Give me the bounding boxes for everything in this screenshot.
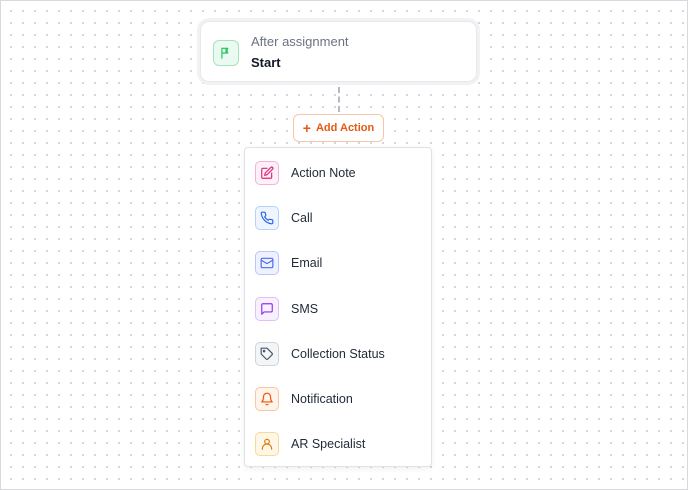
start-node-subtitle: After assignment [251, 34, 349, 49]
menu-item-label: Notification [291, 392, 353, 407]
menu-item-label: AR Specialist [291, 437, 366, 452]
menu-item-label: Email [291, 256, 323, 271]
flag-icon [213, 40, 239, 66]
message-icon [255, 296, 279, 321]
add-action-label: Add Action [315, 122, 375, 134]
tag-icon [255, 341, 279, 366]
menu-item-call[interactable]: Call [245, 195, 431, 240]
menu-item-email[interactable]: Email [245, 241, 431, 286]
menu-item-action-note[interactable]: Action Note [245, 150, 431, 195]
menu-item-label: Collection Status [291, 346, 385, 361]
user-icon [255, 432, 279, 457]
action-menu: Action Note Call Email SMS Collection St… [244, 147, 432, 467]
menu-item-ar-specialist[interactable]: AR Specialist [245, 422, 431, 467]
start-node-title: Start [251, 55, 281, 70]
menu-item-label: Action Note [291, 165, 356, 180]
menu-item-sms[interactable]: SMS [245, 286, 431, 331]
edit-icon [255, 160, 279, 185]
mail-icon [255, 251, 279, 276]
phone-icon [255, 205, 279, 230]
workflow-canvas[interactable]: After assignment Start + Add Action Acti… [0, 0, 688, 490]
menu-item-label: SMS [291, 301, 319, 316]
connector-line [338, 87, 340, 112]
menu-item-label: Call [291, 210, 313, 225]
menu-item-notification[interactable]: Notification [245, 376, 431, 421]
start-node-card[interactable]: After assignment Start [200, 21, 477, 82]
menu-item-collection-status[interactable]: Collection Status [245, 331, 431, 376]
bell-icon [255, 387, 279, 412]
plus-icon: + [302, 119, 311, 136]
add-action-button[interactable]: + Add Action [293, 114, 384, 142]
